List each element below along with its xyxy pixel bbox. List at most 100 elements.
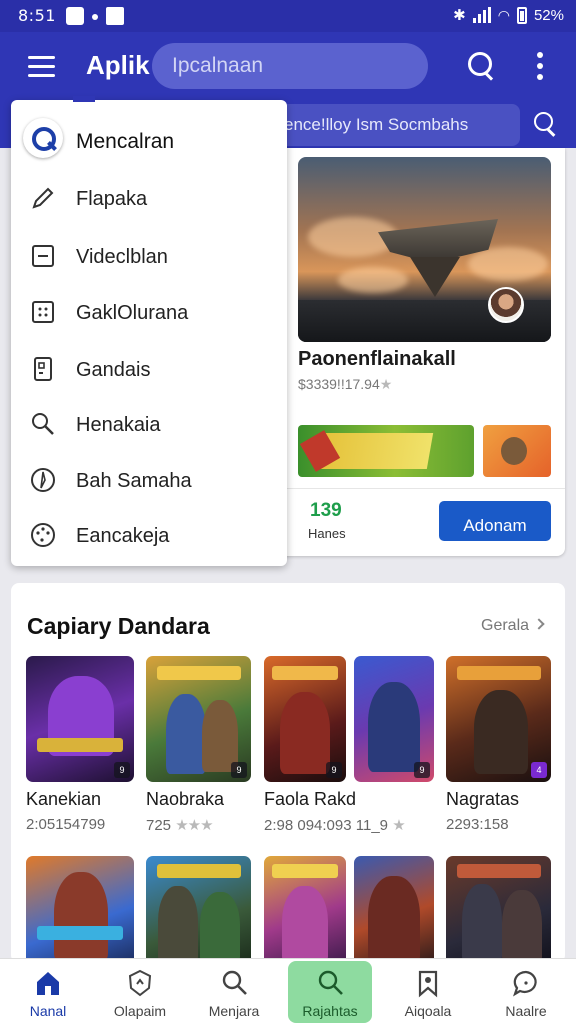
drawer-item-label: Flapaka — [76, 188, 148, 210]
featured-card[interactable]: Paonenflainakall $3339!!17.94★ 139 Hanes… — [276, 148, 565, 556]
drawer-item-label: Eancakeja — [76, 525, 170, 547]
drawer-item-henakaia[interactable]: Henakaia — [11, 400, 287, 450]
notification-app-icon — [106, 7, 124, 25]
featured-meta-value: $3339!!17.94 — [298, 376, 380, 392]
nav-item-naalre[interactable]: Naalre — [478, 959, 574, 1024]
drawer-item-label: Bah Samaha — [76, 470, 192, 492]
game-title: Faola Rakd — [264, 789, 357, 809]
divider — [276, 488, 565, 489]
drawer-item-eancakeja[interactable]: Eancakeja — [11, 511, 287, 561]
drawer-header-label: Mencalran — [76, 130, 175, 153]
home-icon — [37, 972, 59, 995]
app-title: Aplik — [86, 50, 150, 80]
nav-item-menjara[interactable]: Menjara — [186, 959, 282, 1024]
signal-icon — [472, 7, 491, 23]
nav-label: Olapaim — [113, 1003, 167, 1019]
status-time: 8:51 — [18, 6, 56, 25]
drawer-item-label: GaklOlurana — [76, 302, 189, 324]
platform-badge: 4 — [531, 762, 547, 778]
game-cover — [264, 856, 346, 966]
drawer-item-videclblan[interactable]: Videclblan — [11, 232, 287, 282]
platform-badge: 9 — [231, 762, 247, 778]
search-placeholder: Ipcalnaan — [172, 54, 264, 77]
game-title: Naobraka — [146, 789, 225, 809]
promo-banner-green[interactable] — [298, 425, 474, 477]
document-icon — [34, 357, 52, 381]
drawer-item-gaklolurana[interactable]: GaklOlurana — [11, 288, 287, 338]
game-rating-stars: ★★★ — [175, 817, 213, 834]
bookmark-icon — [418, 970, 438, 998]
grid-dots-icon — [32, 301, 54, 323]
shield-icon — [128, 969, 152, 997]
app-bar: Aplik Ipcalnaan — [0, 32, 576, 102]
nav-label: Rajahtas — [302, 1003, 358, 1019]
game-meta: 2:98 094:093 11_9 ★ — [264, 816, 406, 834]
nav-item-nanal[interactable]: Nanal — [0, 959, 96, 1024]
game-meta: 2:05154799 — [26, 816, 106, 833]
game-rating-stars: ★ — [392, 817, 405, 834]
featured-avatar[interactable] — [488, 287, 524, 323]
see-all-label: Gerala — [481, 617, 530, 634]
game-cover — [146, 856, 251, 966]
featured-title: Paonenflainakall — [298, 348, 456, 370]
nav-item-olapaim[interactable]: Olapaim — [92, 959, 188, 1024]
game-cover: 9 — [26, 656, 134, 782]
search-input[interactable]: Ipcalnaan — [152, 43, 428, 89]
drawer-menu: Mencalran Flapaka Videclblan GaklOlurana… — [11, 96, 287, 566]
featured-rating-stars: ★ — [379, 376, 393, 392]
game-cover — [446, 856, 551, 966]
notification-dot-icon — [92, 14, 98, 20]
game-meta: 725 ★★★ — [146, 816, 214, 834]
platform-badge: 9 — [414, 762, 430, 778]
drawer-item-label: Videclblan — [76, 246, 168, 268]
see-all-link[interactable]: Gerala — [481, 617, 545, 635]
game-cover — [26, 856, 134, 966]
drawer-item-flapaka[interactable]: Flapaka — [11, 174, 287, 224]
drawer-item-label: Gandais — [76, 359, 151, 381]
drawer-notch — [73, 96, 95, 102]
game-meta-value: 725 — [146, 817, 172, 834]
battery-percent: 52% — [533, 6, 564, 24]
game-meta-value: 2:98 094:093 11_9 — [264, 817, 389, 834]
bluetooth-icon: ✱ — [453, 7, 466, 24]
search-icon[interactable] — [466, 50, 496, 82]
game-meta: 2293:158 — [446, 816, 509, 833]
platform-badge: 9 — [114, 762, 130, 778]
chevron-right-icon — [533, 618, 545, 630]
notification-icon — [66, 7, 84, 25]
bottom-navigation: Nanal Olapaim Menjara Rajahtas Aiqoala N… — [0, 958, 576, 1024]
featured-count-label: Hanes — [308, 526, 346, 541]
pencil-icon — [32, 187, 54, 209]
promo-banner-orange[interactable] — [483, 425, 551, 477]
nav-item-rajahtas[interactable]: Rajahtas — [288, 961, 372, 1023]
battery-icon — [516, 6, 527, 24]
nav-label: Naalre — [505, 1003, 547, 1019]
section-title: Capiary Dandara — [27, 613, 210, 639]
nav-label: Menjara — [208, 1003, 260, 1019]
nav-item-aiqoala[interactable]: Aiqoala — [380, 959, 476, 1024]
status-bar: 8:51 ✱ ◠ 52% — [0, 0, 576, 32]
featured-count: 139 — [310, 500, 342, 521]
game-cover: 4 — [446, 656, 551, 782]
secondary-search-field[interactable]: ence!lloy Ism Socmbahs — [274, 104, 520, 146]
minus-box-icon — [32, 245, 54, 267]
game-title: Nagratas — [446, 789, 520, 809]
drawer-item-gandais[interactable]: Gandais — [11, 345, 287, 395]
wifi-icon: ◠ — [497, 6, 510, 23]
nav-label: Aiqoala — [404, 1003, 452, 1019]
search-icon — [222, 970, 247, 995]
drawer-item-bah-samaha[interactable]: Bah Samaha — [11, 456, 287, 506]
game-cover — [354, 856, 434, 966]
brand-logo-icon — [23, 118, 63, 158]
chat-icon — [513, 970, 537, 997]
game-title: Kanekian — [26, 789, 102, 809]
featured-action-button[interactable]: Adonam — [439, 501, 551, 541]
game-cover: 9 — [264, 656, 346, 782]
more-options-icon[interactable] — [536, 50, 544, 82]
search-icon — [32, 413, 54, 435]
menu-icon[interactable] — [28, 54, 56, 78]
compass-icon — [31, 468, 55, 492]
drawer-header[interactable]: Mencalran — [11, 116, 287, 166]
secondary-search-icon[interactable] — [532, 110, 558, 138]
game-cover: 9 — [354, 656, 434, 782]
